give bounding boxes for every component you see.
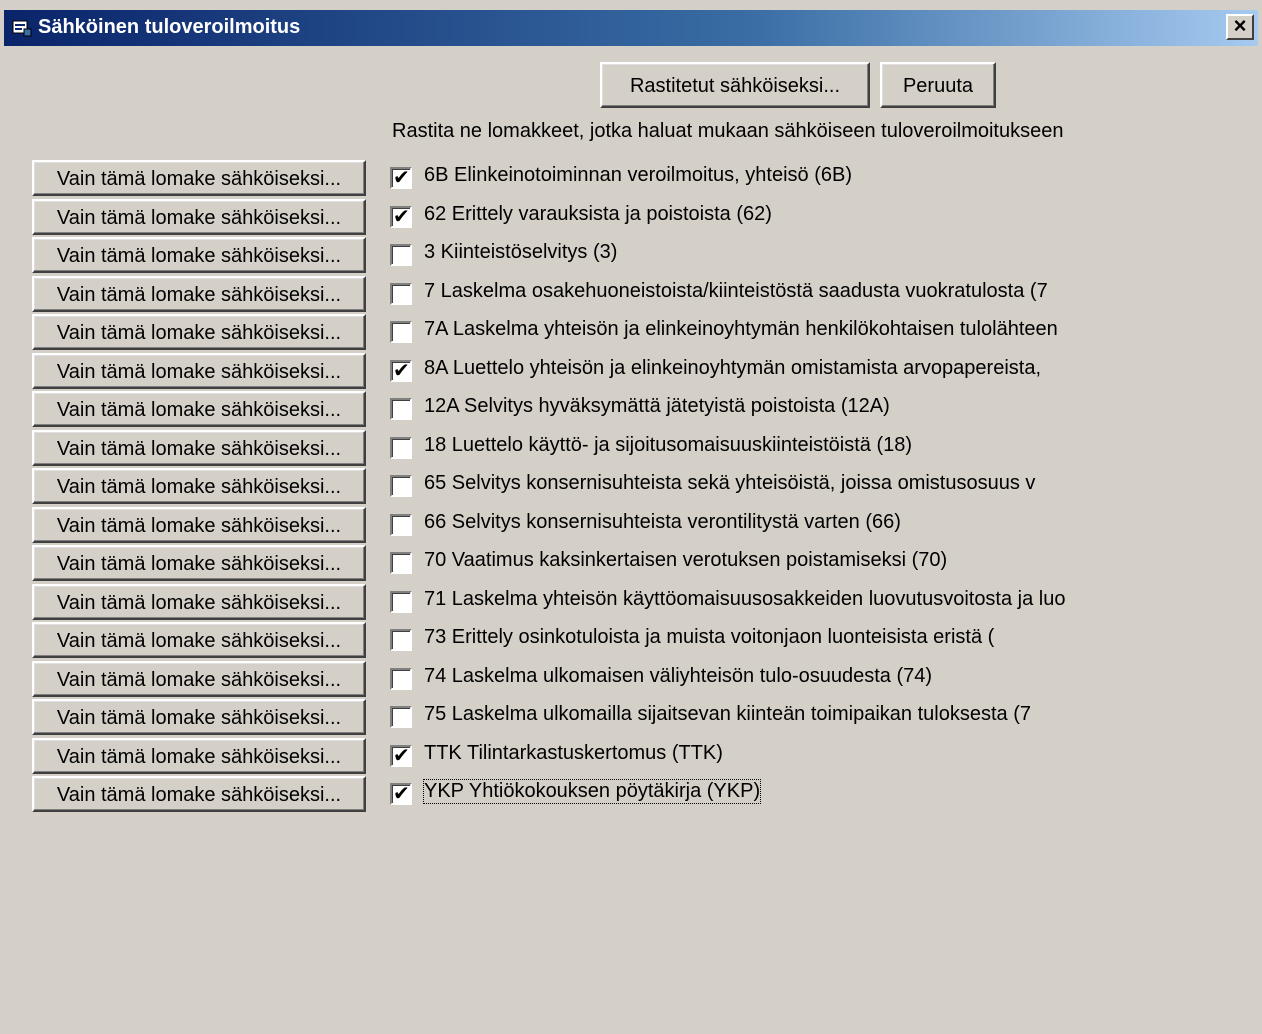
submit-checked-button[interactable]: Rastitetut sähköiseksi... (600, 62, 870, 108)
form-checkbox-74[interactable] (390, 668, 412, 690)
checkmark-icon: ✔ (393, 360, 410, 382)
form-checkbox-12a[interactable] (390, 398, 412, 420)
checkmark-icon: ✔ (393, 206, 410, 228)
form-checkbox-70[interactable] (390, 552, 412, 574)
form-label-8a[interactable]: 8A Luettelo yhteisön ja elinkeinoyhtymän… (424, 357, 1041, 380)
form-checkbox-75[interactable] (390, 706, 412, 728)
form-checkbox-65[interactable] (390, 475, 412, 497)
form-label-7[interactable]: 7 Laskelma osakehuoneistoista/kiinteistö… (424, 280, 1048, 303)
form-label-ttk[interactable]: TTK Tilintarkastuskertomus (TTK) (424, 742, 723, 765)
form-checkbox-66[interactable] (390, 514, 412, 536)
window-title: Sähköinen tuloveroilmoitus (38, 16, 301, 38)
title-bar[interactable]: Sähköinen tuloveroilmoitus × (4, 10, 1258, 46)
form-label-71[interactable]: 71 Laskelma yhteisön käyttöomaisuusosakk… (424, 588, 1065, 611)
instruction-text: Rastita ne lomakkeet, jotka haluat mukaa… (392, 120, 1064, 142)
only-this-form-button-7[interactable]: Vain tämä lomake sähköiseksi... (32, 276, 366, 312)
form-checkbox-ttk[interactable]: ✔ (390, 745, 412, 767)
only-this-form-button-70[interactable]: Vain tämä lomake sähköiseksi... (32, 545, 366, 581)
only-this-form-button-8a[interactable]: Vain tämä lomake sähköiseksi... (32, 353, 366, 389)
form-label-66[interactable]: 66 Selvitys konsernisuhteista verontilit… (424, 511, 901, 534)
form-checkbox-7[interactable] (390, 283, 412, 305)
form-label-7a[interactable]: 7A Laskelma yhteisön ja elinkeinoyhtymän… (424, 318, 1058, 341)
only-this-form-button-ykp[interactable]: Vain tämä lomake sähköiseksi... (32, 776, 366, 812)
only-this-form-button-75[interactable]: Vain tämä lomake sähköiseksi... (32, 699, 366, 735)
only-this-form-button-18[interactable]: Vain tämä lomake sähköiseksi... (32, 430, 366, 466)
form-checkbox-3[interactable] (390, 244, 412, 266)
close-button[interactable]: × (1226, 14, 1254, 40)
only-this-form-button-66[interactable]: Vain tämä lomake sähköiseksi... (32, 507, 366, 543)
form-label-18[interactable]: 18 Luettelo käyttö- ja sijoitusomaisuusk… (424, 434, 912, 457)
form-label-70[interactable]: 70 Vaatimus kaksinkertaisen verotuksen p… (424, 549, 947, 572)
form-checkbox-62[interactable]: ✔ (390, 206, 412, 228)
form-checkbox-8a[interactable]: ✔ (390, 360, 412, 382)
form-checkbox-18[interactable] (390, 437, 412, 459)
dialog-window: Sähköinen tuloveroilmoitus × Rastitetut … (0, 0, 1262, 1034)
form-checkbox-6b[interactable]: ✔ (390, 167, 412, 189)
checkmark-icon: ✔ (393, 167, 410, 189)
checkmark-icon: ✔ (393, 745, 410, 767)
form-label-62[interactable]: 62 Erittely varauksista ja poistoista (6… (424, 203, 772, 226)
form-label-ykp[interactable]: YKP Yhtiökokouksen pöytäkirja (YKP) (422, 779, 762, 804)
only-this-form-button-ttk[interactable]: Vain tämä lomake sähköiseksi... (32, 738, 366, 774)
only-this-form-button-73[interactable]: Vain tämä lomake sähköiseksi... (32, 622, 366, 658)
only-this-form-button-65[interactable]: Vain tämä lomake sähköiseksi... (32, 468, 366, 504)
form-label-73[interactable]: 73 Erittely osinkotuloista ja muista voi… (424, 626, 994, 649)
form-label-12a[interactable]: 12A Selvitys hyväksymättä jätetyistä poi… (424, 395, 890, 418)
close-icon: × (1233, 13, 1247, 38)
only-this-form-button-62[interactable]: Vain tämä lomake sähköiseksi... (32, 199, 366, 235)
form-label-65[interactable]: 65 Selvitys konsernisuhteista sekä yhtei… (424, 472, 1035, 495)
cancel-button[interactable]: Peruuta (880, 62, 996, 108)
only-this-form-button-6b[interactable]: Vain tämä lomake sähköiseksi... (32, 160, 366, 196)
only-this-form-button-12a[interactable]: Vain tämä lomake sähköiseksi... (32, 391, 366, 427)
form-checkbox-ykp[interactable]: ✔ (390, 783, 412, 805)
form-checkbox-71[interactable] (390, 591, 412, 613)
form-checkbox-7a[interactable] (390, 321, 412, 343)
only-this-form-button-71[interactable]: Vain tämä lomake sähköiseksi... (32, 584, 366, 620)
form-label-75[interactable]: 75 Laskelma ulkomailla sijaitsevan kiint… (424, 703, 1031, 726)
form-label-3[interactable]: 3 Kiinteistöselvitys (3) (424, 241, 617, 264)
form-checkbox-73[interactable] (390, 629, 412, 651)
only-this-form-button-74[interactable]: Vain tämä lomake sähköiseksi... (32, 661, 366, 697)
form-label-74[interactable]: 74 Laskelma ulkomaisen väliyhteisön tulo… (424, 665, 932, 688)
only-this-form-button-7a[interactable]: Vain tämä lomake sähköiseksi... (32, 314, 366, 350)
app-icon (12, 20, 32, 37)
form-label-6b[interactable]: 6B Elinkeinotoiminnan veroilmoitus, yhte… (424, 164, 852, 187)
only-this-form-button-3[interactable]: Vain tämä lomake sähköiseksi... (32, 237, 366, 273)
checkmark-icon: ✔ (393, 783, 410, 805)
